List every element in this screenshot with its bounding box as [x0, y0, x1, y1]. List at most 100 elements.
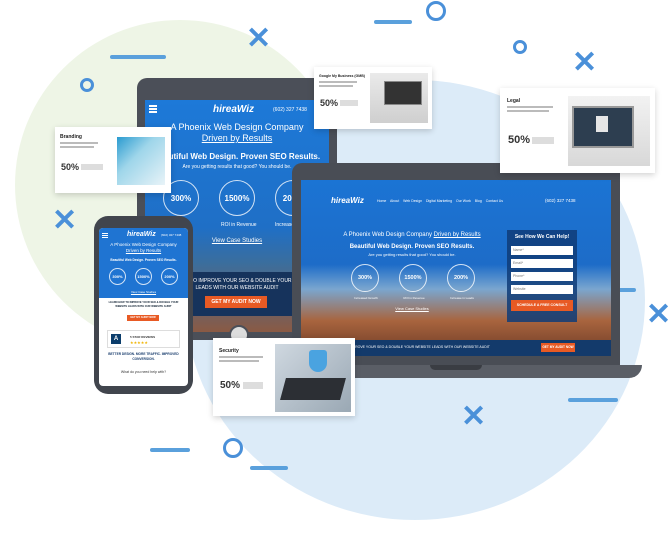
name-field[interactable]: Name*: [511, 246, 573, 255]
reviews-badge: A 5 STAR REVIEWS ★★★★★: [107, 330, 180, 348]
consult-form: See How We Can Help! Name* Email* Phone*…: [507, 230, 577, 322]
audit-banner-text: LEARN HOW TO IMPROVE YOUR SEO & DOUBLE Y…: [108, 301, 179, 308]
decor-ring: [223, 438, 243, 458]
document-icon: [596, 116, 608, 132]
site-logo[interactable]: hireaWiz: [213, 104, 254, 115]
stat-caption: Increased Growth: [354, 296, 378, 300]
nav-item-digital-marketing[interactable]: Digital Marketing: [426, 199, 452, 203]
tagline-text: A Phoenix Web Design Company: [343, 232, 432, 238]
phone-question: What do you need help with?: [120, 370, 167, 374]
branding-image: [117, 137, 165, 185]
email-field[interactable]: Email*: [511, 259, 573, 268]
decor-line: [150, 448, 190, 452]
legal-card-title: Legal: [507, 98, 521, 104]
schedule-consult-button[interactable]: SCHEDULE A FREE CONSULT: [511, 300, 573, 311]
phone-number[interactable]: (602) 327 7438: [161, 233, 181, 237]
site-logo[interactable]: hireaWiz: [331, 196, 364, 205]
nav-item-our-work[interactable]: Our Work: [456, 199, 471, 203]
phone-blurb: BETTER DESIGN. MORE TRAFFIC. IMPROVED CO…: [108, 352, 179, 361]
stat-bar: [532, 137, 554, 144]
stat-growth: 300%: [109, 268, 126, 285]
phone-number[interactable]: (602) 327 7438: [273, 107, 307, 113]
view-case-studies-link[interactable]: View Case Studies: [99, 290, 188, 294]
decor-x-icon: ✕: [52, 204, 78, 237]
text-line: [60, 146, 94, 148]
stat-bar: [340, 100, 358, 106]
text-line: [507, 106, 553, 108]
nav-item-contact[interactable]: Contact Us: [486, 199, 503, 203]
decor-line: [110, 55, 166, 59]
stat-bar: [81, 164, 103, 170]
menu-icon[interactable]: [149, 105, 157, 107]
reviews-label: 5 STAR REVIEWS: [130, 335, 156, 339]
form-title: See How We Can Help!: [514, 234, 570, 240]
stat-caption: ROI in Revenue: [221, 222, 257, 228]
keyboard-icon: [280, 378, 346, 400]
nav-item-about[interactable]: About: [390, 199, 399, 203]
security-card: Security 50%: [213, 338, 355, 416]
decor-x-icon: ✕: [572, 46, 598, 79]
bbb-icon: A: [111, 334, 121, 344]
text-line: [60, 142, 98, 144]
phone-screen: hireaWiz (602) 327 7438 A Phoenix Web De…: [99, 228, 188, 386]
website-field[interactable]: Website: [511, 285, 573, 294]
decor-x-icon: ✕: [246, 22, 272, 55]
security-card-title: Security: [219, 348, 239, 354]
decor-ring: [80, 78, 94, 92]
tagline: A Phoenix Web Design Company: [170, 122, 304, 132]
stat-roi: 1500%: [219, 180, 255, 216]
tagline-highlight: Driven by Results: [201, 133, 273, 143]
stat-caption: Increase in Leads: [450, 296, 474, 300]
decor-x-icon: ✕: [461, 400, 487, 433]
stat-caption: ROI in Revenue: [403, 296, 425, 300]
nav-item-web-design[interactable]: Web Design: [403, 199, 422, 203]
stars-icon: ★★★★★: [130, 340, 148, 345]
view-case-studies-link[interactable]: View Case Studies: [387, 306, 437, 311]
headline: Beautiful Web Design. Proven SEO Results…: [349, 244, 475, 250]
stat-roi: 1500%: [135, 268, 152, 285]
tagline-highlight: Driven by Results: [125, 248, 162, 253]
monitor-icon: [384, 81, 422, 105]
tagline-highlight: Driven by Results: [433, 232, 481, 238]
stat-leads: 200%: [161, 268, 178, 285]
subheadline: Are you getting results that good? You s…: [368, 252, 456, 257]
audit-cta-button[interactable]: GET MY AUDIT NOW: [127, 315, 159, 321]
legal-image: [568, 96, 650, 166]
nav-item-home[interactable]: Home: [377, 199, 386, 203]
laptop-screen: hireaWiz Home About Web Design Digital M…: [301, 180, 611, 356]
security-image: [275, 344, 351, 412]
audit-cta-button[interactable]: GET MY AUDIT NOW: [205, 296, 267, 308]
text-line: [219, 356, 263, 358]
tagline: A Phoenix Web Design Company: [110, 242, 177, 247]
legal-card: Legal 50%: [500, 88, 655, 173]
branding-card-title: Branding: [60, 134, 82, 140]
audit-cta-button[interactable]: GET MY AUDIT NOW: [541, 343, 575, 352]
headline: Beautiful Web Design. Proven SEO Results…: [110, 258, 177, 262]
gmb-image: [370, 73, 428, 123]
gmb-card: Google My Business (GMB) 50%: [314, 67, 432, 129]
phone-field[interactable]: Phone*: [511, 272, 573, 281]
decor-line: [374, 20, 412, 24]
shield-icon: [309, 350, 327, 372]
text-line: [507, 110, 549, 112]
branding-card: Branding 50%: [55, 127, 171, 193]
stat-leads: 200%: [447, 264, 475, 292]
nav-bar: Home About Web Design Digital Marketing …: [377, 199, 503, 203]
decor-line: [250, 466, 288, 470]
menu-icon[interactable]: [102, 233, 108, 234]
text-line: [319, 85, 353, 87]
stat-growth: 300%: [351, 264, 379, 292]
decor-ring: [426, 1, 446, 21]
gmb-card-title: Google My Business (GMB): [319, 74, 365, 78]
stat-bar: [243, 382, 263, 389]
security-card-percent: 50%: [220, 380, 241, 391]
site-logo[interactable]: hireaWiz: [127, 231, 156, 238]
text-line: [219, 360, 259, 362]
nav-item-blog[interactable]: Blog: [475, 199, 482, 203]
headline: Beautiful Web Design. Proven SEO Results…: [153, 152, 321, 161]
gmb-card-percent: 50%: [320, 98, 339, 108]
legal-card-percent: 50%: [508, 134, 531, 146]
phone-number[interactable]: (602) 327 7438: [545, 198, 576, 203]
phone-hero: [99, 228, 188, 298]
decor-ring: [513, 40, 527, 54]
